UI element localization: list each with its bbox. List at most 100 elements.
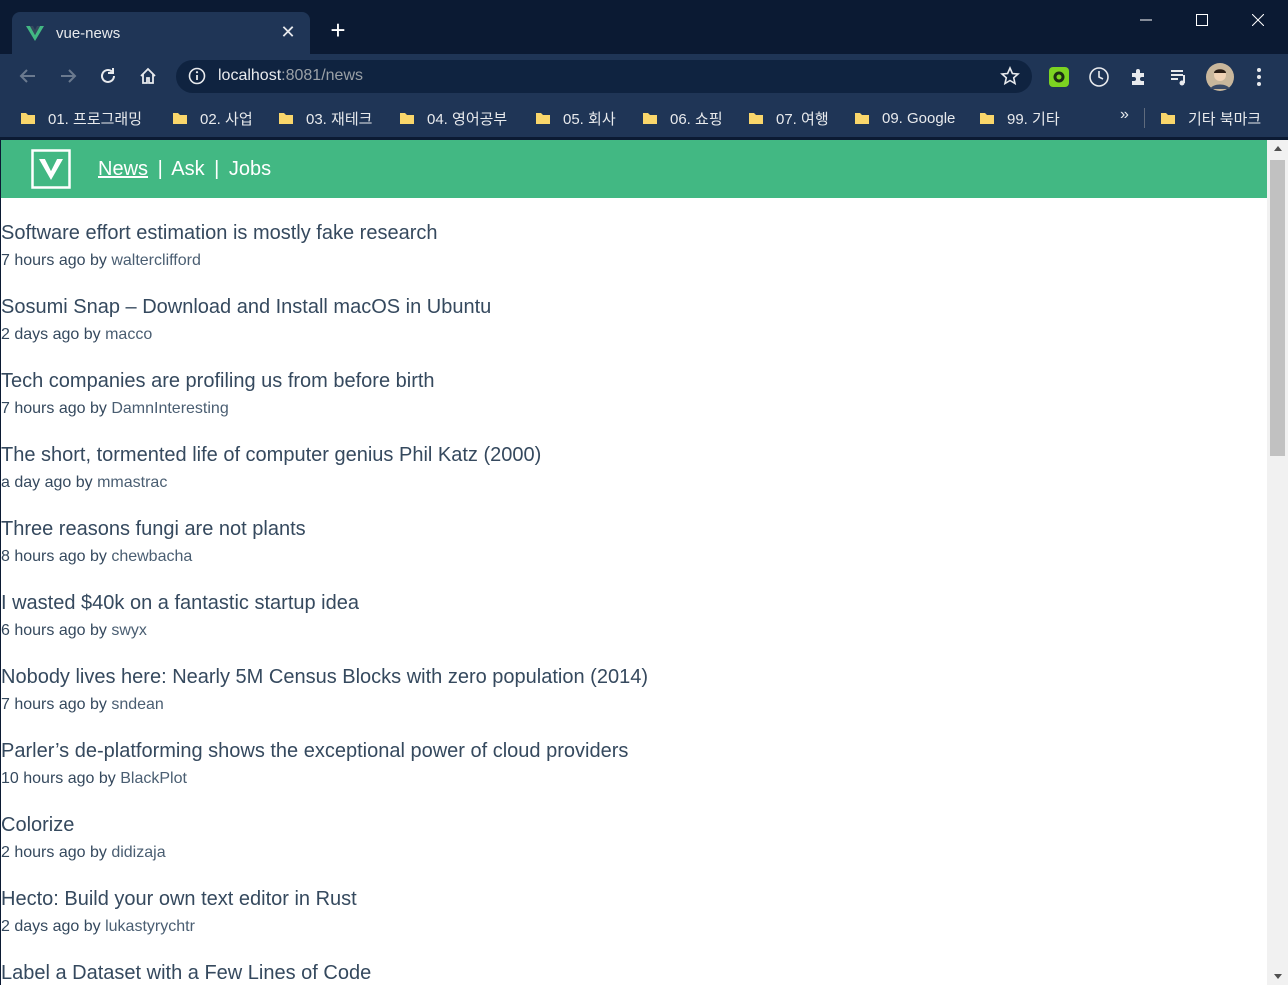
profile-avatar[interactable]: [1206, 63, 1234, 91]
page-viewport: News | Ask | Jobs Software effort estima…: [1, 140, 1267, 985]
media-queue-icon[interactable]: [1168, 66, 1190, 88]
news-title-link[interactable]: Hecto: Build your own text editor in Rus…: [1, 884, 1267, 914]
news-title-link[interactable]: The short, tormented life of computer ge…: [1, 440, 1267, 470]
bookmark-folder[interactable]: 01. 프로그래밍: [20, 107, 142, 129]
main-nav: News | Ask | Jobs: [98, 158, 271, 181]
browser-tab[interactable]: vue-news ✕: [12, 12, 310, 54]
list-item: Tech companies are profiling us from bef…: [1, 366, 1267, 440]
folder-icon: [400, 113, 414, 124]
news-title-link[interactable]: Software effort estimation is mostly fak…: [1, 218, 1267, 248]
news-user-link[interactable]: didizaja: [111, 844, 165, 861]
address-bar[interactable]: localhost:8081/news: [176, 60, 1032, 93]
folder-icon: [21, 113, 35, 124]
folder-icon: [279, 113, 293, 124]
news-meta: 6 hours ago by swyx: [1, 622, 147, 639]
bookmark-folder[interactable]: 05. 회사: [535, 107, 616, 129]
maximize-icon[interactable]: [1174, 0, 1230, 40]
bookmark-folder[interactable]: 04. 영어공부: [399, 107, 507, 129]
bookmark-star-icon[interactable]: [1000, 66, 1020, 86]
browser-toolbar: localhost:8081/news: [0, 54, 1288, 98]
news-meta: 2 days ago by lukastyrychtr: [1, 918, 195, 935]
tab-close-icon[interactable]: ✕: [278, 22, 298, 42]
clock-extension-icon[interactable]: [1088, 66, 1110, 88]
folder-icon: [1161, 113, 1175, 124]
scroll-down-arrow-icon[interactable]: [1267, 968, 1288, 985]
nav-link-news[interactable]: News: [98, 158, 148, 180]
folder-icon: [749, 113, 763, 124]
new-tab-icon[interactable]: +: [326, 17, 350, 43]
bookmarks-overflow-button[interactable]: »: [1120, 106, 1129, 124]
news-user-link[interactable]: BlackPlot: [120, 770, 187, 787]
forward-icon[interactable]: [54, 62, 82, 90]
news-title-link[interactable]: Sosumi Snap – Download and Install macOS…: [1, 292, 1267, 322]
vue-logo-icon[interactable]: [31, 149, 71, 189]
extensions-puzzle-icon[interactable]: [1128, 66, 1150, 88]
nav-link-ask[interactable]: Ask: [171, 158, 204, 180]
extension-green-icon[interactable]: [1048, 66, 1070, 88]
folder-icon: [173, 113, 187, 124]
list-item: Sosumi Snap – Download and Install macOS…: [1, 292, 1267, 366]
news-title-link[interactable]: Parler’s de-platforming shows the except…: [1, 736, 1267, 766]
bookmarks-bar: 01. 프로그래밍 02. 사업 03. 재테크 04. 영어공부 05. 회사…: [0, 98, 1288, 138]
news-meta: 7 hours ago by sndean: [1, 696, 164, 713]
list-item: Software effort estimation is mostly fak…: [1, 218, 1267, 292]
news-title-link[interactable]: Label a Dataset with a Few Lines of Code: [1, 958, 1267, 985]
bookmark-folder[interactable]: 99. 기타: [979, 107, 1060, 129]
tab-title: vue-news: [56, 24, 121, 42]
window-close-icon[interactable]: [1230, 0, 1286, 40]
news-user-link[interactable]: chewbacha: [111, 548, 192, 565]
nav-separator: |: [157, 158, 163, 180]
news-meta: 8 hours ago by chewbacha: [1, 548, 193, 565]
reload-icon[interactable]: [94, 62, 122, 90]
app-header: News | Ask | Jobs: [1, 140, 1267, 198]
news-user-link[interactable]: sndean: [111, 696, 164, 713]
home-icon[interactable]: [134, 62, 162, 90]
menu-kebab-icon[interactable]: [1248, 66, 1270, 88]
nav-separator: |: [214, 158, 220, 180]
news-meta: a day ago by mmastrac: [1, 474, 168, 491]
news-user-link[interactable]: DamnInteresting: [111, 400, 228, 417]
list-item: Colorize 2 hours ago by didizaja: [1, 810, 1267, 884]
folder-icon: [643, 113, 657, 124]
news-meta: 7 hours ago by walterclifford: [1, 252, 201, 269]
news-user-link[interactable]: swyx: [111, 622, 147, 639]
news-title-link[interactable]: Three reasons fungi are not plants: [1, 514, 1267, 544]
list-item: I wasted $40k on a fantastic startup ide…: [1, 588, 1267, 662]
news-user-link[interactable]: walterclifford: [111, 252, 201, 269]
news-title-link[interactable]: I wasted $40k on a fantastic startup ide…: [1, 588, 1267, 618]
list-item: Nobody lives here: Nearly 5M Census Bloc…: [1, 662, 1267, 736]
minimize-icon[interactable]: [1118, 0, 1174, 40]
news-title-link[interactable]: Nobody lives here: Nearly 5M Census Bloc…: [1, 662, 1267, 692]
bookmark-folder[interactable]: 09. Google: [854, 107, 955, 129]
page-scrollbar[interactable]: [1267, 140, 1288, 985]
scroll-up-arrow-icon[interactable]: [1267, 140, 1288, 157]
list-item: Three reasons fungi are not plants 8 hou…: [1, 514, 1267, 588]
news-title-link[interactable]: Tech companies are profiling us from bef…: [1, 366, 1267, 396]
folder-icon: [980, 113, 994, 124]
other-bookmarks-folder[interactable]: 기타 북마크: [1160, 107, 1261, 129]
news-list: Software effort estimation is mostly fak…: [1, 218, 1267, 985]
list-item: Label a Dataset with a Few Lines of Code: [1, 958, 1267, 985]
vue-logo-icon: [26, 26, 44, 41]
news-user-link[interactable]: macco: [105, 326, 152, 343]
folder-icon: [855, 113, 869, 124]
bookmark-folder[interactable]: 03. 재테크: [278, 107, 372, 129]
scrollbar-thumb[interactable]: [1270, 160, 1285, 456]
bookmarks-divider: [1144, 108, 1145, 128]
folder-icon: [536, 113, 550, 124]
back-icon[interactable]: [14, 62, 42, 90]
browser-titlebar: vue-news ✕ +: [0, 0, 1288, 54]
news-meta: 10 hours ago by BlackPlot: [1, 770, 187, 787]
nav-link-jobs[interactable]: Jobs: [229, 158, 271, 180]
bookmark-folder[interactable]: 02. 사업: [172, 107, 253, 129]
bookmark-folder[interactable]: 07. 여행: [748, 107, 829, 129]
bookmark-folder[interactable]: 06. 쇼핑: [642, 107, 723, 129]
list-item: The short, tormented life of computer ge…: [1, 440, 1267, 514]
news-user-link[interactable]: mmastrac: [97, 474, 167, 491]
news-user-link[interactable]: lukastyrychtr: [105, 918, 195, 935]
info-icon[interactable]: [188, 67, 206, 85]
news-meta: 2 days ago by macco: [1, 326, 153, 343]
list-item: Hecto: Build your own text editor in Rus…: [1, 884, 1267, 958]
news-meta: 7 hours ago by DamnInteresting: [1, 400, 229, 417]
news-title-link[interactable]: Colorize: [1, 810, 1267, 840]
